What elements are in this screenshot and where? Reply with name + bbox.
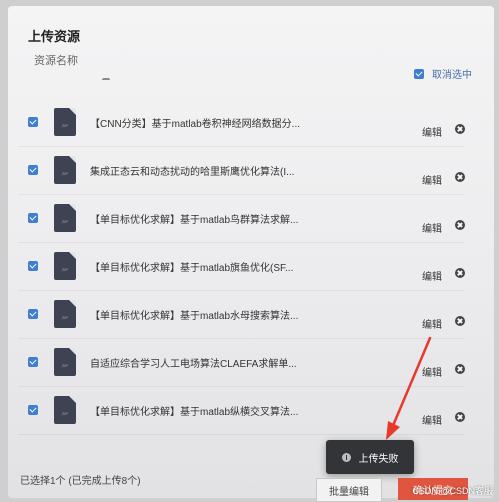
zip-file-icon: ZIP: [54, 396, 76, 424]
remove-icon[interactable]: [455, 268, 465, 278]
file-row: ZIP 【单目标优化求解】基于matlab水母搜索算法... 编辑: [18, 290, 465, 339]
file-name: 【单目标优化求解】基于matlab纵横交叉算法...: [90, 406, 299, 418]
row-checkbox[interactable]: [28, 405, 38, 415]
remove-icon[interactable]: [455, 412, 465, 422]
file-list: ZIP 【CNN分类】基于matlab卷积神经网络数据分... 编辑 ZIP 集…: [0, 0, 499, 501]
info-icon: [341, 452, 351, 462]
remove-icon[interactable]: [455, 316, 465, 326]
zip-file-icon: ZIP: [54, 348, 76, 376]
edit-link[interactable]: 编辑: [415, 316, 449, 331]
file-row: ZIP 自适应综合学习人工电场算法CLAEFA求解单... 编辑: [18, 338, 465, 387]
file-row: ZIP 【单目标优化求解】基于matlab鸟群算法求解... 编辑: [18, 194, 465, 243]
file-name: 【单目标优化求解】基于matlab水母搜索算法...: [90, 310, 299, 322]
row-checkbox[interactable]: [28, 357, 38, 367]
remove-icon[interactable]: [455, 220, 465, 230]
edit-link[interactable]: 编辑: [415, 220, 449, 235]
batch-edit-button[interactable]: 批量编辑: [316, 478, 382, 502]
file-name: 【单目标优化求解】基于matlab鸟群算法求解...: [90, 214, 299, 226]
edit-link[interactable]: 编辑: [415, 124, 449, 139]
upload-failed-toast: 上传失败: [326, 440, 414, 474]
file-name: 集成正态云和动态扰动的哈里斯鹰优化算法(I...: [90, 166, 295, 178]
zip-file-icon: ZIP: [54, 300, 76, 328]
row-checkbox[interactable]: [28, 165, 38, 175]
file-name: 【CNN分类】基于matlab卷积神经网络数据分...: [90, 118, 301, 130]
file-row: ZIP 【单目标优化求解】基于matlab纵横交叉算法... 编辑: [18, 386, 465, 435]
row-checkbox[interactable]: [28, 309, 38, 319]
zip-file-icon: ZIP: [54, 204, 76, 232]
edit-link[interactable]: 编辑: [415, 364, 449, 379]
remove-icon[interactable]: [455, 172, 465, 182]
zip-file-icon: ZIP: [54, 156, 76, 184]
remove-icon[interactable]: [455, 364, 465, 374]
file-name: 自适应综合学习人工电场算法CLAEFA求解单...: [90, 358, 297, 370]
edit-link[interactable]: 编辑: [415, 268, 449, 283]
file-name: 【单目标优化求解】基于matlab旗鱼优化(SF...: [90, 262, 294, 274]
watermark: CSDN @CSDN客服: [412, 486, 493, 496]
remove-icon[interactable]: [455, 124, 465, 134]
row-checkbox[interactable]: [28, 261, 38, 271]
zip-file-icon: ZIP: [54, 252, 76, 280]
zip-file-icon: ZIP: [54, 108, 76, 136]
toast-message: 上传失败: [358, 453, 399, 465]
file-row: ZIP 【CNN分类】基于matlab卷积神经网络数据分... 编辑: [18, 98, 465, 147]
row-checkbox[interactable]: [28, 117, 38, 127]
row-checkbox[interactable]: [28, 213, 38, 223]
file-row: ZIP 集成正态云和动态扰动的哈里斯鹰优化算法(I... 编辑: [18, 146, 465, 195]
edit-link[interactable]: 编辑: [415, 412, 449, 427]
edit-link[interactable]: 编辑: [415, 172, 449, 187]
file-row: ZIP 【单目标优化求解】基于matlab旗鱼优化(SF... 编辑: [18, 242, 465, 291]
selection-status: 已选择1个 (已完成上传8个): [20, 476, 141, 487]
